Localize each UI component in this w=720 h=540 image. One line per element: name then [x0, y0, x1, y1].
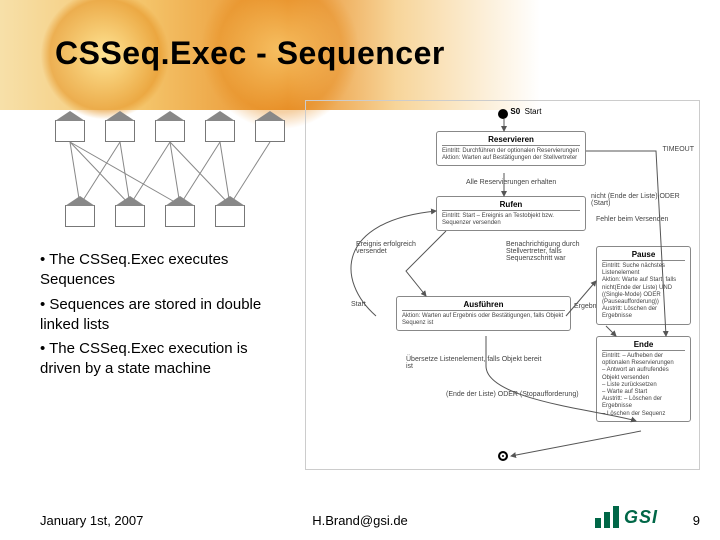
- page-number: 9: [693, 513, 700, 528]
- slide: CSSeq.Exec - Sequencer • The CSSeq.Exec …: [0, 0, 720, 540]
- sequence-diagram: [45, 120, 305, 240]
- slide-title: CSSeq.Exec - Sequencer: [55, 35, 445, 72]
- state-arrows: [306, 101, 701, 471]
- bullet-item: • The CSSeq.Exec executes Sequences: [40, 250, 290, 291]
- seq-links: [45, 120, 305, 240]
- gsi-logo: GSI: [595, 506, 665, 528]
- footer: January 1st, 2007 H.Brand@gsi.de GSI 9: [0, 498, 720, 528]
- bullet-list: • The CSSeq.Exec executes Sequences • Se…: [40, 250, 290, 384]
- bullet-item: • Sequences are stored in double linked …: [40, 295, 290, 336]
- state-machine-diagram: S0 Start Reservieren Eintritt: Durchführ…: [305, 100, 700, 470]
- bullet-item: • The CSSeq.Exec execution is driven by …: [40, 339, 290, 380]
